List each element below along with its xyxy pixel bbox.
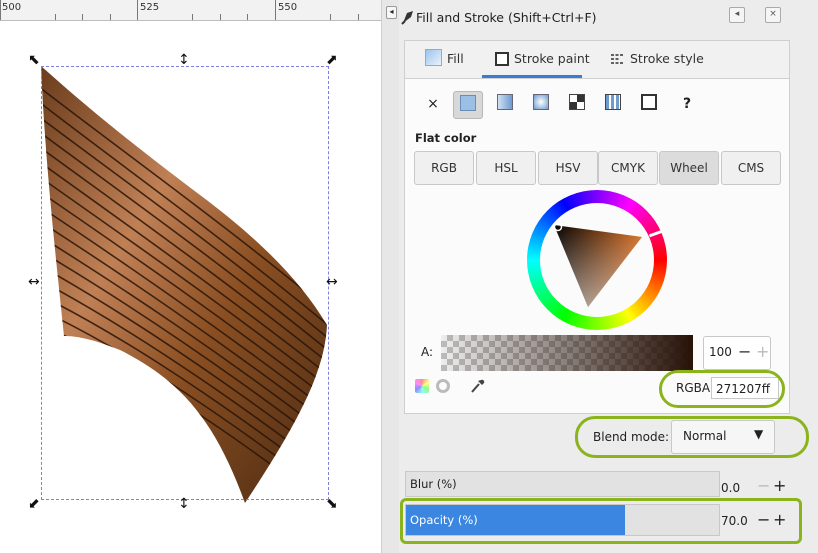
drawing-canvas[interactable]: ⬉ ↕ ⬈ ↔ ↔ ⬋ ↕ ⬊ <box>0 21 381 553</box>
flat-color-label: Flat color <box>415 131 477 145</box>
panel-splitter[interactable]: ◂ <box>381 0 401 553</box>
opacity-highlight <box>400 498 802 544</box>
tab-fill[interactable]: Fill <box>425 41 464 77</box>
tab-label: Stroke paint <box>514 51 590 66</box>
color-managed-icon <box>415 379 429 393</box>
radial-gradient-icon[interactable] <box>527 91 555 117</box>
pattern-icon[interactable] <box>563 91 591 117</box>
blend-mode-highlight <box>575 416 809 458</box>
color-wheel[interactable] <box>527 190 667 330</box>
scale-handle-ne-icon[interactable]: ⬈ <box>326 53 338 67</box>
fill-and-stroke-dialog: Fill and Stroke (Shift+Ctrl+F) ◂ × Fill … <box>399 0 818 553</box>
scale-handle-nw-icon[interactable]: ⬉ <box>28 53 40 67</box>
scale-handle-se-icon[interactable]: ⬊ <box>326 497 338 511</box>
scale-handle-sw-icon[interactable]: ⬋ <box>28 497 40 511</box>
tab-bar: Fill Stroke paint Stroke style <box>404 40 790 79</box>
mode-tab-cmyk[interactable]: CMYK <box>598 151 658 185</box>
mode-tab-hsl[interactable]: HSL <box>476 151 536 185</box>
swatch-icon[interactable] <box>599 91 627 117</box>
alpha-label: A: <box>421 345 434 359</box>
tab-stroke-style[interactable]: Stroke style <box>610 41 704 77</box>
blur-value[interactable]: 0.0 <box>721 481 740 495</box>
dialog-titlebar: Fill and Stroke (Shift+Ctrl+F) ◂ × <box>399 0 818 36</box>
blur-increment-button[interactable]: + <box>773 476 786 495</box>
alpha-increment-button[interactable]: + <box>756 343 769 361</box>
mode-tab-wheel[interactable]: Wheel <box>659 151 719 185</box>
blur-decrement-button[interactable]: − <box>757 476 770 495</box>
blur-slider[interactable]: Blur (%) <box>405 471 720 497</box>
fill-stroke-icon <box>401 11 413 25</box>
unset-paint-icon[interactable] <box>635 91 663 117</box>
alpha-spinbutton[interactable]: 100 − + <box>703 336 771 370</box>
rgba-highlight <box>659 370 785 408</box>
scale-handle-e-icon[interactable]: ↔ <box>326 275 338 289</box>
dialog-title: Fill and Stroke (Shift+Ctrl+F) <box>416 10 597 25</box>
stroke-style-icon <box>611 54 624 64</box>
alpha-value[interactable]: 100 <box>709 345 732 359</box>
linear-gradient-icon[interactable] <box>491 91 519 117</box>
tab-stroke-paint[interactable]: Stroke paint <box>495 41 590 77</box>
mode-tab-rgb[interactable]: RGB <box>414 151 474 185</box>
hue-marker[interactable] <box>648 229 664 238</box>
tab-label: Fill <box>447 51 464 66</box>
out-of-gamut-icon <box>436 379 450 393</box>
scale-handle-w-icon[interactable]: ↔ <box>28 275 40 289</box>
scale-handle-s-icon[interactable]: ↕ <box>178 497 190 511</box>
stroke-paint-icon <box>495 52 509 66</box>
fill-icon <box>425 49 442 66</box>
alpha-decrement-button[interactable]: − <box>738 343 751 361</box>
paint-settings: × ? Flat color RGB HSL HSV CMYK Wheel CM… <box>404 78 790 414</box>
no-paint-icon[interactable]: × <box>419 91 447 117</box>
color-triangle[interactable] <box>546 209 648 311</box>
close-icon[interactable]: × <box>765 7 781 23</box>
color-picker-icon[interactable] <box>469 377 485 395</box>
flat-color-icon[interactable] <box>453 91 483 119</box>
alpha-slider[interactable] <box>441 335 693 371</box>
tab-label: Stroke style <box>630 51 704 66</box>
collapse-panel-icon[interactable]: ◂ <box>386 6 397 19</box>
paint-unset-question-icon[interactable]: ? <box>673 91 701 117</box>
dock-icon[interactable]: ◂ <box>729 7 745 23</box>
mode-tab-cms[interactable]: CMS <box>721 151 781 185</box>
mode-tab-hsv[interactable]: HSV <box>538 151 598 185</box>
selection-bounding-box <box>41 66 329 500</box>
scale-handle-n-icon[interactable]: ↕ <box>178 53 190 67</box>
blur-label: Blur (%) <box>410 477 457 491</box>
